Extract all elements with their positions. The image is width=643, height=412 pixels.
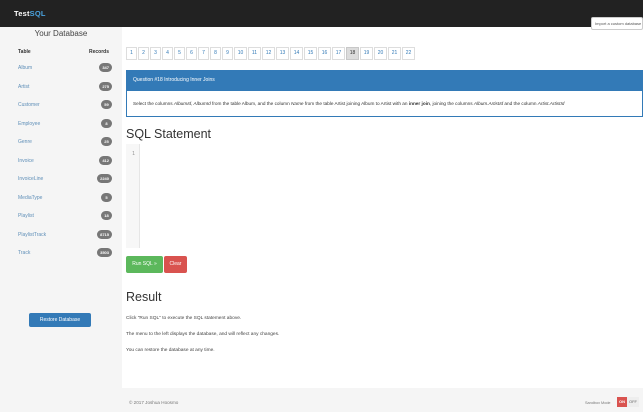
result-message: You can restore the database at any time… [126,348,215,353]
record-count-badge: 2240 [97,174,112,183]
table-name-link[interactable]: Invoice [18,158,34,164]
sql-statement-heading: SQL Statement [126,127,211,141]
page-link-4[interactable]: 4 [162,47,173,60]
table-name-link[interactable]: Playlist [18,213,34,219]
page-link-5[interactable]: 5 [174,47,185,60]
table-row[interactable]: Playlist 18 [0,209,122,225]
record-count-badge: 275 [99,81,112,91]
top-navbar: TestSQL [0,0,643,27]
table-row[interactable]: Artist 275 [0,80,122,96]
table-row[interactable]: Customer 59 [0,98,122,114]
table-row[interactable]: Genre 25 [0,135,122,151]
page-link-8[interactable]: 8 [210,47,221,60]
record-count-badge: 8 [101,118,112,128]
page-footer [122,388,643,412]
table-name-link[interactable]: InvoiceLine [18,176,43,182]
page-link-2[interactable]: 2 [138,47,149,60]
record-count-badge: 25 [101,137,112,146]
brand-suffix: SQL [29,9,46,18]
table-row[interactable]: Employee 8 [0,117,122,133]
table-row[interactable]: MediaType 5 [0,191,122,207]
page-link-9[interactable]: 9 [222,47,233,60]
table-column-header: Table [18,49,31,55]
line-number-gutter: 1 [126,144,140,248]
copyright-text: © 2017 Joshua Hoosmo [129,400,179,405]
page-link-6[interactable]: 6 [186,47,197,60]
result-message: Click "Run SQL" to execute the SQL state… [126,316,242,321]
page-link-15[interactable]: 15 [304,47,317,60]
table-row[interactable]: Album 347 [0,61,122,77]
table-row[interactable]: Invoice 412 [0,154,122,170]
table-name-link[interactable]: Customer [18,102,40,108]
record-count-badge: 5 [101,192,112,202]
records-column-header: Records [89,49,110,55]
page-link-11[interactable]: 11 [248,47,261,60]
table-row[interactable]: InvoiceLine 2240 [0,172,122,188]
record-count-badge: 59 [101,100,112,109]
page-link-16[interactable]: 16 [318,47,331,60]
record-count-badge: 347 [99,63,112,72]
table-name-link[interactable]: PlaylistTrack [18,232,46,238]
page-link-18-active[interactable]: 18 [346,47,359,60]
record-count-badge: 412 [99,155,112,165]
table-name-link[interactable]: Employee [18,121,40,127]
sandbox-mode-label: Sandbox Mode [585,401,611,405]
page-link-13[interactable]: 13 [276,47,289,60]
clear-button[interactable]: Clear [164,256,187,273]
table-name-link[interactable]: Genre [18,139,32,145]
page-link-17[interactable]: 17 [332,47,345,60]
record-count-badge: 18 [101,211,112,220]
record-count-badge: 3503 [97,248,112,257]
page-link-22[interactable]: 22 [402,47,415,60]
table-row[interactable]: PlaylistTrack 8715 [0,228,122,244]
question-title: Question #18 Introducing Inner Joins [127,71,642,91]
result-message: The menu to the left displays the databa… [126,332,280,337]
question-pager: 1 2 3 4 5 6 7 8 9 10 11 12 13 14 15 16 1… [126,47,416,60]
question-text: Select the columns AlbumId, AlbumId from… [133,101,565,106]
page-link-1[interactable]: 1 [126,47,137,60]
record-count-badge: 8715 [97,229,112,239]
sandbox-off-toggle[interactable]: OFF [627,397,639,407]
line-number: 1 [132,151,136,157]
brand-prefix: Test [14,9,30,18]
question-panel: Question #18 Introducing Inner Joins Sel… [126,70,643,117]
table-row[interactable]: Track 3503 [0,246,122,262]
sidebar-title: Your Database [34,29,88,38]
page-link-20[interactable]: 20 [374,47,387,60]
result-heading: Result [126,290,162,304]
restore-database-button[interactable]: Restore Database [29,313,91,327]
run-sql-button[interactable]: Run SQL » [126,256,163,273]
table-name-link[interactable]: Artist [18,84,29,90]
brand-logo[interactable]: TestSQL [14,9,46,18]
page-link-7[interactable]: 7 [198,47,209,60]
import-database-button[interactable]: Import a custom database [591,17,643,30]
table-name-link[interactable]: Album [18,65,32,71]
page-link-12[interactable]: 12 [262,47,275,60]
page-link-10[interactable]: 10 [234,47,247,60]
page-link-3[interactable]: 3 [150,47,161,60]
page-link-19[interactable]: 19 [360,47,373,60]
sandbox-on-toggle[interactable]: ON [617,397,627,407]
table-name-link[interactable]: MediaType [18,195,42,201]
sql-editor[interactable]: 1 [126,144,643,248]
table-name-link[interactable]: Track [18,250,30,256]
page-link-14[interactable]: 14 [290,47,303,60]
page-link-21[interactable]: 21 [388,47,401,60]
